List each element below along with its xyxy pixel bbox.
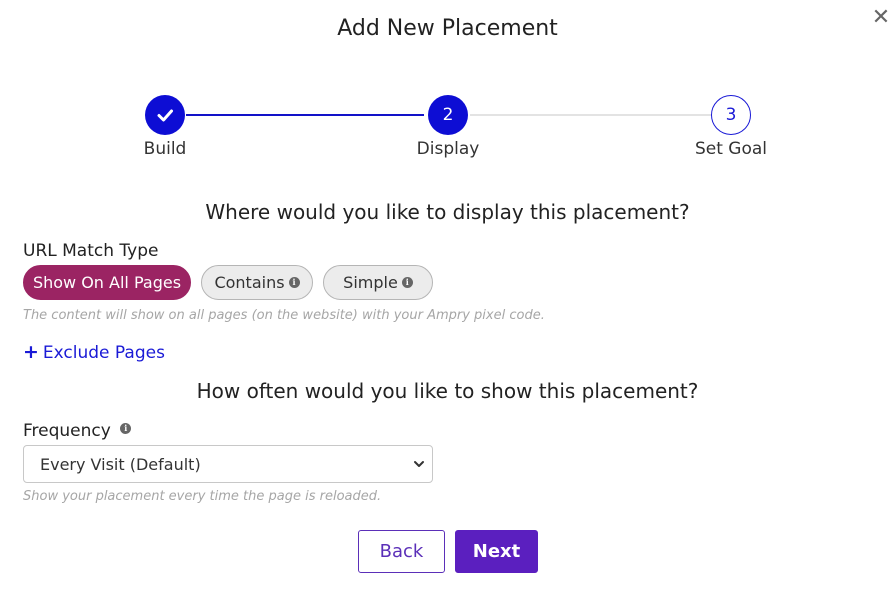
exclude-pages-link[interactable]: + Exclude Pages	[23, 341, 165, 363]
step-setgoal-circle: 3	[711, 95, 751, 135]
show-on-all-pages-option[interactable]: Show On All Pages	[23, 265, 191, 300]
info-icon[interactable]: i	[120, 423, 132, 434]
step-build-label: Build	[143, 139, 187, 159]
frequency-question: How often would you like to show this pl…	[196, 379, 699, 403]
contains-option[interactable]: Contains i	[201, 265, 313, 300]
next-button-label: Next	[472, 541, 521, 562]
stepper: Build 2 Display 3 Set Goal	[0, 94, 895, 164]
frequency-select[interactable]: Every Visit (Default)	[23, 445, 433, 483]
frequency-helper-text: Show your placement every time the page …	[23, 489, 382, 504]
back-button[interactable]: Back	[358, 530, 445, 573]
simple-option[interactable]: Simple i	[323, 265, 433, 300]
step-build-circle[interactable]	[145, 95, 185, 135]
url-match-type-label: URL Match Type	[23, 241, 159, 261]
display-question: Where would you like to display this pla…	[205, 200, 690, 224]
info-icon[interactable]: i	[288, 277, 300, 288]
contains-label: Contains	[214, 273, 285, 292]
info-icon[interactable]: i	[401, 277, 413, 288]
frequency-selected-value: Every Visit (Default)	[40, 454, 201, 474]
close-icon[interactable]: ✕	[871, 6, 891, 30]
modal-title: Add New Placement	[337, 16, 558, 41]
chevron-down-icon	[414, 461, 424, 467]
frequency-label: Frequency	[23, 421, 111, 441]
step-display-label: Display	[416, 139, 480, 159]
step-display-circle: 2	[428, 95, 468, 135]
check-icon	[157, 109, 173, 122]
step-connector-upcoming	[470, 114, 712, 116]
plus-icon: +	[23, 341, 39, 363]
step-setgoal-label: Set Goal	[694, 139, 768, 159]
show-on-all-pages-label: Show On All Pages	[32, 273, 182, 292]
back-button-label: Back	[379, 541, 424, 562]
exclude-pages-label: Exclude Pages	[42, 343, 165, 363]
frequency-label-row: Frequency i	[23, 421, 132, 441]
step-connector-completed	[186, 114, 424, 116]
next-button[interactable]: Next	[455, 530, 538, 573]
url-match-helper-text: The content will show on all pages (on t…	[23, 308, 545, 323]
simple-label: Simple	[343, 273, 398, 292]
